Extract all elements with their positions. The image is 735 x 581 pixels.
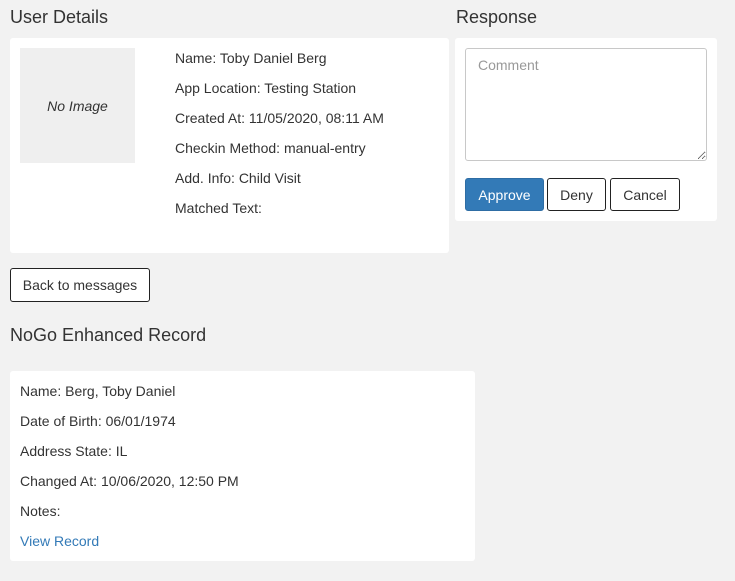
changed-at-field: Changed At: 10/06/2020, 12:50 PM [20,473,239,489]
user-details-heading: User Details [10,7,109,27]
additional-info-field: Add. Info: Child Visit [175,170,301,186]
date-of-birth-field: Date of Birth: 06/01/1974 [20,413,176,429]
response-panel: Approve Deny Cancel [455,38,717,221]
nogo-record-panel: Name: Berg, Toby Daniel Date of Birth: 0… [10,371,475,561]
created-at-field: Created At: 11/05/2020, 08:11 AM [175,110,384,126]
cancel-button[interactable]: Cancel [610,178,680,211]
user-details-panel: No Image Name: Toby Daniel Berg App Loca… [10,38,449,253]
record-name-field: Name: Berg, Toby Daniel [20,383,176,399]
nogo-record-field-list: Name: Berg, Toby Daniel Date of Birth: 0… [20,383,239,563]
approve-button[interactable]: Approve [465,178,544,211]
user-details-field-list: Name: Toby Daniel Berg App Location: Tes… [175,50,384,230]
view-record-link[interactable]: View Record [20,533,99,549]
no-image-label: No Image [47,97,108,114]
user-name-field: Name: Toby Daniel Berg [175,50,327,66]
back-to-messages-button[interactable]: Back to messages [10,268,150,302]
view-record-item: View Record [20,533,239,563]
notes-field: Notes: [20,503,61,519]
address-state-field: Address State: IL [20,443,128,459]
comment-input[interactable] [465,48,707,161]
user-photo-placeholder: No Image [20,48,135,163]
deny-button[interactable]: Deny [547,178,606,211]
app-location-field: App Location: Testing Station [175,80,357,96]
nogo-record-heading: NoGo Enhanced Record [10,325,207,345]
checkin-method-field: Checkin Method: manual-entry [175,140,366,156]
matched-text-field: Matched Text: [175,200,262,216]
response-heading: Response [456,7,538,27]
